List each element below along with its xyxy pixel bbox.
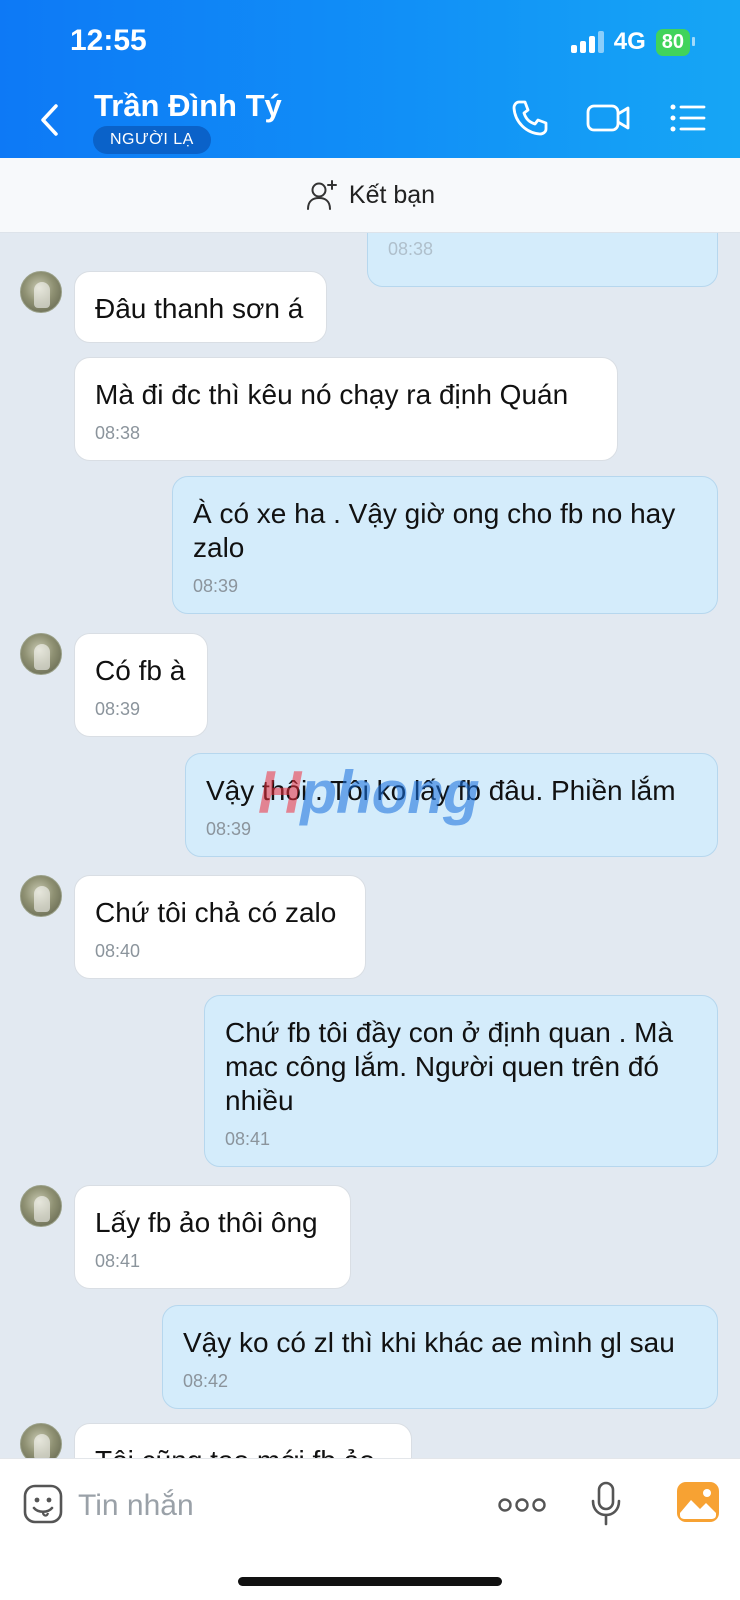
avatar[interactable] <box>20 1185 62 1227</box>
send-photo-button[interactable] <box>676 1481 720 1528</box>
more-dots-icon <box>498 1498 546 1512</box>
message-text: Vậy ko có zl thì khi khác ae mình gl sau <box>183 1327 675 1358</box>
message-time: 08:41 <box>95 1251 141 1271</box>
message-text: Có fb à <box>95 655 186 686</box>
message-time: 08:42 <box>183 1371 229 1391</box>
contact-name[interactable]: Trần Đình Tý <box>94 88 282 124</box>
message-text: À có xe ha . Vậy giờ ong cho fb no hay z… <box>193 498 676 563</box>
back-button[interactable] <box>36 100 66 140</box>
microphone-icon <box>591 1481 621 1526</box>
chevron-left-icon <box>41 104 58 136</box>
home-indicator <box>238 1577 502 1586</box>
emoji-button[interactable] <box>22 1483 64 1530</box>
message-time: 08:39 <box>193 576 239 596</box>
image-icon <box>677 1482 719 1522</box>
message-bubble-incoming[interactable]: Chứ tôi chả có zalo 08:40 <box>74 875 366 979</box>
signal-icon <box>570 31 604 53</box>
avatar[interactable] <box>20 633 62 675</box>
chat-header: 12:55 4G 80 Trần Đình Tý NGƯỜI LẠ <box>0 0 740 158</box>
message-bubble-incoming[interactable]: Đâu thanh sơn á <box>74 271 327 343</box>
composer-bar <box>0 1458 740 1600</box>
add-user-icon <box>306 180 337 210</box>
battery-indicator: 80 <box>655 28 696 56</box>
message-bubble-outgoing[interactable]: Vậy thôi . Tôi ko lấy fb đâu. Phiền lắm … <box>185 753 718 857</box>
message-time: 08:38 <box>388 239 434 259</box>
video-call-button[interactable] <box>585 98 631 143</box>
message-text: Chứ fb tôi đầy con ở định quan . Mà mac … <box>225 1017 674 1116</box>
voice-record-button[interactable] <box>590 1481 622 1532</box>
message-bubble-outgoing[interactable]: Vậy ko có zl thì khi khác ae mình gl sau… <box>162 1305 718 1409</box>
message-time: 08:39 <box>206 819 252 839</box>
message-time: 08:39 <box>95 699 141 719</box>
message-text: Vậy thôi . Tôi ko lấy fb đâu. Phiền lắm <box>206 775 676 806</box>
message-bubble-outgoing[interactable]: 08:38 <box>367 233 718 287</box>
avatar[interactable] <box>20 1423 62 1458</box>
message-bubble-incoming[interactable]: Tôi cũng tạo mới fb ảo <box>74 1423 412 1458</box>
more-options-button[interactable] <box>498 1495 546 1520</box>
add-friend-bar[interactable]: Kết bạn <box>0 158 740 233</box>
message-list[interactable]: 08:38 Đâu thanh sơn á Mà đi đc thì kêu n… <box>0 233 740 1458</box>
emoji-icon <box>23 1484 63 1524</box>
message-bubble-outgoing[interactable]: Chứ fb tôi đầy con ở định quan . Mà mac … <box>204 995 718 1167</box>
message-text: Đâu thanh sơn á <box>95 293 304 324</box>
avatar[interactable] <box>20 271 62 313</box>
message-bubble-incoming[interactable]: Lấy fb ảo thôi ông 08:41 <box>74 1185 351 1289</box>
add-friend-label: Kết bạn <box>348 180 436 209</box>
message-text: Mà đi đc thì kêu nó chạy ra định Quán <box>95 379 569 410</box>
list-menu-icon <box>670 104 706 132</box>
status-time: 12:55 <box>70 24 147 57</box>
message-bubble-incoming[interactable]: Có fb à 08:39 <box>74 633 208 737</box>
message-time: 08:41 <box>225 1129 271 1149</box>
message-text: Lấy fb ảo thôi ông <box>95 1207 318 1238</box>
message-input[interactable] <box>78 1481 468 1531</box>
message-text: Chứ tôi chả có zalo <box>95 897 337 928</box>
call-button[interactable] <box>510 98 550 143</box>
message-time: 08:40 <box>95 941 141 961</box>
network-type: 4G <box>613 28 646 55</box>
message-time: 08:38 <box>95 423 141 443</box>
stranger-badge: NGƯỜI LẠ <box>93 126 211 154</box>
chat-options-button[interactable] <box>668 98 708 143</box>
status-indicators: 4G 80 <box>570 28 696 56</box>
video-icon <box>586 104 630 132</box>
message-text: Tôi cũng tạo mới fb ảo <box>95 1444 391 1458</box>
message-bubble-incoming[interactable]: Mà đi đc thì kêu nó chạy ra định Quán 08… <box>74 357 618 461</box>
message-bubble-outgoing[interactable]: À có xe ha . Vậy giờ ong cho fb no hay z… <box>172 476 718 614</box>
avatar[interactable] <box>20 875 62 917</box>
phone-icon <box>512 100 548 136</box>
